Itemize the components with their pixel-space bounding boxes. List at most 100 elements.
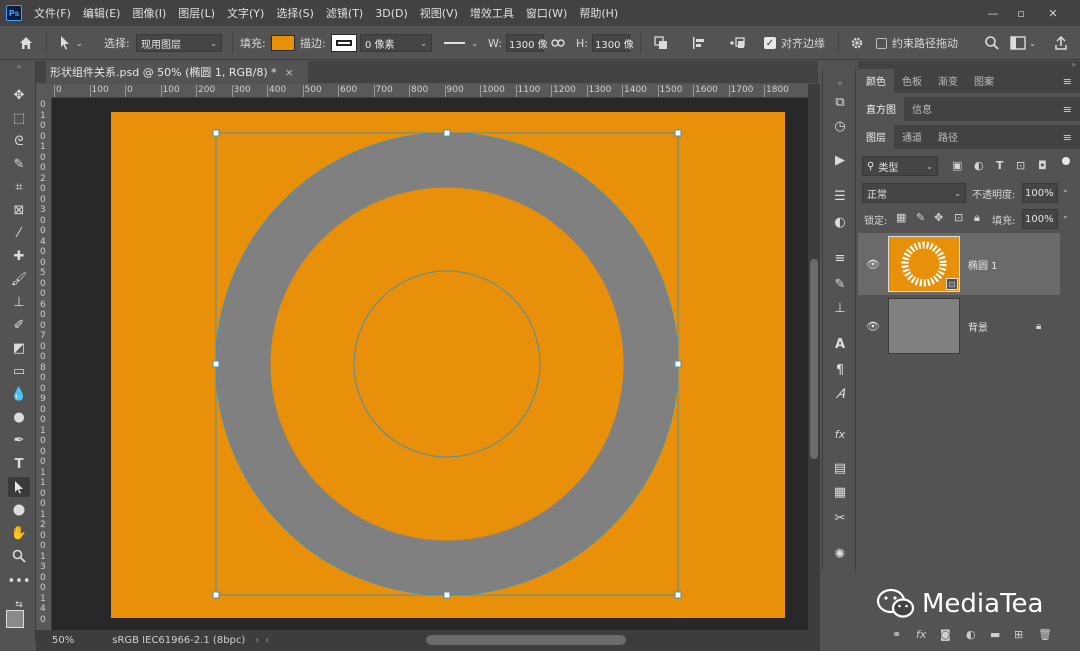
tab-gradients[interactable]: 渐变 bbox=[930, 69, 966, 93]
type-tool-icon[interactable]: T bbox=[8, 454, 30, 474]
glyphs-icon[interactable]: 𝐴 bbox=[829, 384, 851, 404]
layer-name[interactable]: 椭圆 1 bbox=[968, 257, 998, 272]
menu-3d[interactable]: 3D(D) bbox=[375, 7, 408, 20]
move-tool-icon[interactable]: ✥ bbox=[8, 85, 30, 105]
zoom-tool-icon[interactable] bbox=[8, 546, 30, 566]
brush-settings-icon[interactable]: ≡ bbox=[829, 248, 851, 268]
menu-select[interactable]: 选择(S) bbox=[276, 5, 314, 21]
handle-bottom-right[interactable] bbox=[674, 591, 682, 599]
layer-row-background[interactable]: 👁︎ 背景 🔒︎ bbox=[858, 295, 1060, 357]
home-icon[interactable] bbox=[18, 26, 34, 60]
settings-gear-icon[interactable] bbox=[850, 26, 864, 60]
direct-select-tool-icon[interactable]: ⌄ bbox=[58, 26, 83, 60]
menu-edit[interactable]: 编辑(E) bbox=[83, 5, 121, 21]
align-edges-checkbox[interactable]: ✓ bbox=[764, 37, 776, 49]
link-icon[interactable] bbox=[551, 26, 565, 60]
layer-filter-dropdown[interactable]: ⚲ 类型 ⌄ bbox=[862, 156, 938, 176]
vertical-scrollbar[interactable] bbox=[808, 84, 820, 630]
history-icon[interactable]: ⧉ bbox=[829, 92, 851, 112]
layer-fill-input[interactable]: 100% bbox=[1022, 209, 1058, 229]
document-canvas[interactable] bbox=[111, 112, 785, 618]
handle-top[interactable] bbox=[443, 129, 451, 137]
actions-play-icon[interactable]: ▶ bbox=[829, 150, 851, 170]
horizontal-scrollbar-thumb[interactable] bbox=[426, 635, 626, 645]
menu-file[interactable]: 文件(F) bbox=[34, 5, 71, 21]
eraser-tool-icon[interactable]: ◩ bbox=[8, 338, 30, 358]
path-arrangement-icon[interactable] bbox=[728, 26, 746, 60]
3d-icon[interactable]: ✺ bbox=[829, 544, 851, 564]
ellipse-tool-icon[interactable] bbox=[8, 500, 30, 520]
tab-info[interactable]: 信息 bbox=[904, 97, 940, 121]
stroke-type-dropdown[interactable]: ⌄ bbox=[440, 34, 482, 52]
menu-view[interactable]: 视图(V) bbox=[420, 5, 458, 21]
scroll-left-icon[interactable]: ‹ bbox=[265, 635, 269, 646]
share-icon[interactable] bbox=[1054, 26, 1068, 60]
panel-menu-icon[interactable]: ≡ bbox=[1063, 103, 1072, 116]
lasso-tool-icon[interactable]: ᘓ bbox=[8, 131, 30, 151]
collapse-icon[interactable]: » bbox=[8, 61, 30, 71]
fill-color-swatch[interactable] bbox=[271, 35, 295, 51]
handle-bottom[interactable] bbox=[443, 591, 451, 599]
add-mask-icon[interactable]: ◙ bbox=[940, 628, 951, 641]
menu-plugins[interactable]: 增效工具 bbox=[470, 5, 514, 21]
more-tools-icon[interactable]: ••• bbox=[8, 571, 31, 591]
maximize-button[interactable]: ▫ bbox=[1008, 4, 1034, 22]
path-selection-tool-icon[interactable] bbox=[8, 477, 30, 497]
tab-patterns[interactable]: 图案 bbox=[966, 69, 1002, 93]
tab-color[interactable]: 颜色 bbox=[858, 69, 894, 93]
dodge-tool-icon[interactable]: ● bbox=[8, 407, 30, 427]
new-layer-icon[interactable]: ⊞ bbox=[1014, 628, 1023, 641]
tab-histogram[interactable]: 直方图 bbox=[858, 97, 904, 121]
path-operations-icon[interactable] bbox=[654, 26, 668, 60]
character-icon[interactable]: A bbox=[829, 334, 851, 354]
blend-mode-dropdown[interactable]: 正常 ⌄ bbox=[862, 183, 966, 203]
handle-top-left[interactable] bbox=[212, 129, 220, 137]
filter-pixel-icon[interactable]: ▣ bbox=[952, 159, 962, 172]
quick-select-tool-icon[interactable]: ✎ bbox=[8, 154, 30, 174]
ring-shape[interactable] bbox=[215, 132, 679, 596]
link-layers-icon[interactable]: ⚭ bbox=[892, 628, 901, 641]
blur-tool-icon[interactable]: 💧 bbox=[8, 384, 30, 404]
opacity-chevron-icon[interactable]: ⌄ bbox=[1062, 185, 1069, 194]
inner-ellipse-path[interactable] bbox=[353, 270, 541, 458]
layer-name[interactable]: 背景 bbox=[968, 319, 988, 334]
menu-filter[interactable]: 滤镜(T) bbox=[326, 5, 363, 21]
select-dropdown[interactable]: 现用图层 ⌄ bbox=[136, 34, 222, 52]
filter-shape-icon[interactable]: ⊡ bbox=[1016, 159, 1025, 172]
width-input[interactable]: 1300 像 bbox=[506, 34, 548, 52]
effects-icon[interactable]: fx bbox=[829, 424, 851, 444]
history-brush-tool-icon[interactable]: ✐ bbox=[8, 315, 30, 335]
panel-collapse-icon[interactable]: » bbox=[858, 61, 1080, 69]
brushes-icon[interactable]: ✎ bbox=[829, 274, 851, 294]
healing-brush-tool-icon[interactable]: ✚ bbox=[8, 246, 30, 266]
clone-source-icon[interactable]: ⊥ bbox=[829, 298, 851, 318]
delete-layer-icon[interactable]: 🗑︎ bbox=[1038, 628, 1052, 641]
menu-layer[interactable]: 图层(L) bbox=[178, 5, 215, 21]
height-input[interactable]: 1300 像 bbox=[592, 34, 634, 52]
panel-menu-icon[interactable]: ≡ bbox=[1063, 75, 1072, 88]
visibility-eye-icon[interactable]: 👁︎ bbox=[866, 258, 880, 271]
pen-tool-icon[interactable]: ✒ bbox=[8, 430, 30, 450]
history-brush-icon[interactable]: ◷ bbox=[829, 116, 851, 136]
handle-bottom-left[interactable] bbox=[212, 591, 220, 599]
clone-stamp-tool-icon[interactable]: ⊥ bbox=[8, 292, 30, 312]
close-tab-icon[interactable]: × bbox=[285, 66, 294, 79]
layer-row-ellipse[interactable]: 👁︎ ⊡ 椭圆 1 bbox=[858, 233, 1060, 295]
gradient-tool-icon[interactable]: ▭ bbox=[8, 361, 30, 381]
menu-type[interactable]: 文字(Y) bbox=[227, 5, 264, 21]
zoom-level[interactable]: 50% bbox=[52, 635, 74, 646]
menu-window[interactable]: 窗口(W) bbox=[526, 5, 567, 21]
vertical-scrollbar-thumb[interactable] bbox=[810, 259, 818, 459]
filter-type-icon[interactable]: T bbox=[996, 159, 1004, 172]
filter-toggle-icon[interactable] bbox=[1062, 157, 1070, 165]
paragraph-icon[interactable]: ¶ bbox=[829, 360, 851, 380]
adjustments-icon[interactable]: ☰ bbox=[829, 186, 851, 206]
document-tab[interactable]: 形状组件关系.psd @ 50% (椭圆 1, RGB/8) * × bbox=[46, 61, 308, 83]
stroke-width-input[interactable]: 0 像素 ⌄ bbox=[360, 34, 432, 52]
lock-image-icon[interactable]: ✎ bbox=[916, 211, 925, 224]
workspace-icon[interactable]: ⌄ bbox=[1010, 26, 1036, 60]
constrain-path-checkbox[interactable] bbox=[876, 37, 887, 49]
tab-paths[interactable]: 路径 bbox=[930, 125, 966, 149]
frame-tool-icon[interactable]: ⊠ bbox=[8, 200, 30, 220]
close-window-button[interactable]: ✕ bbox=[1040, 4, 1066, 22]
